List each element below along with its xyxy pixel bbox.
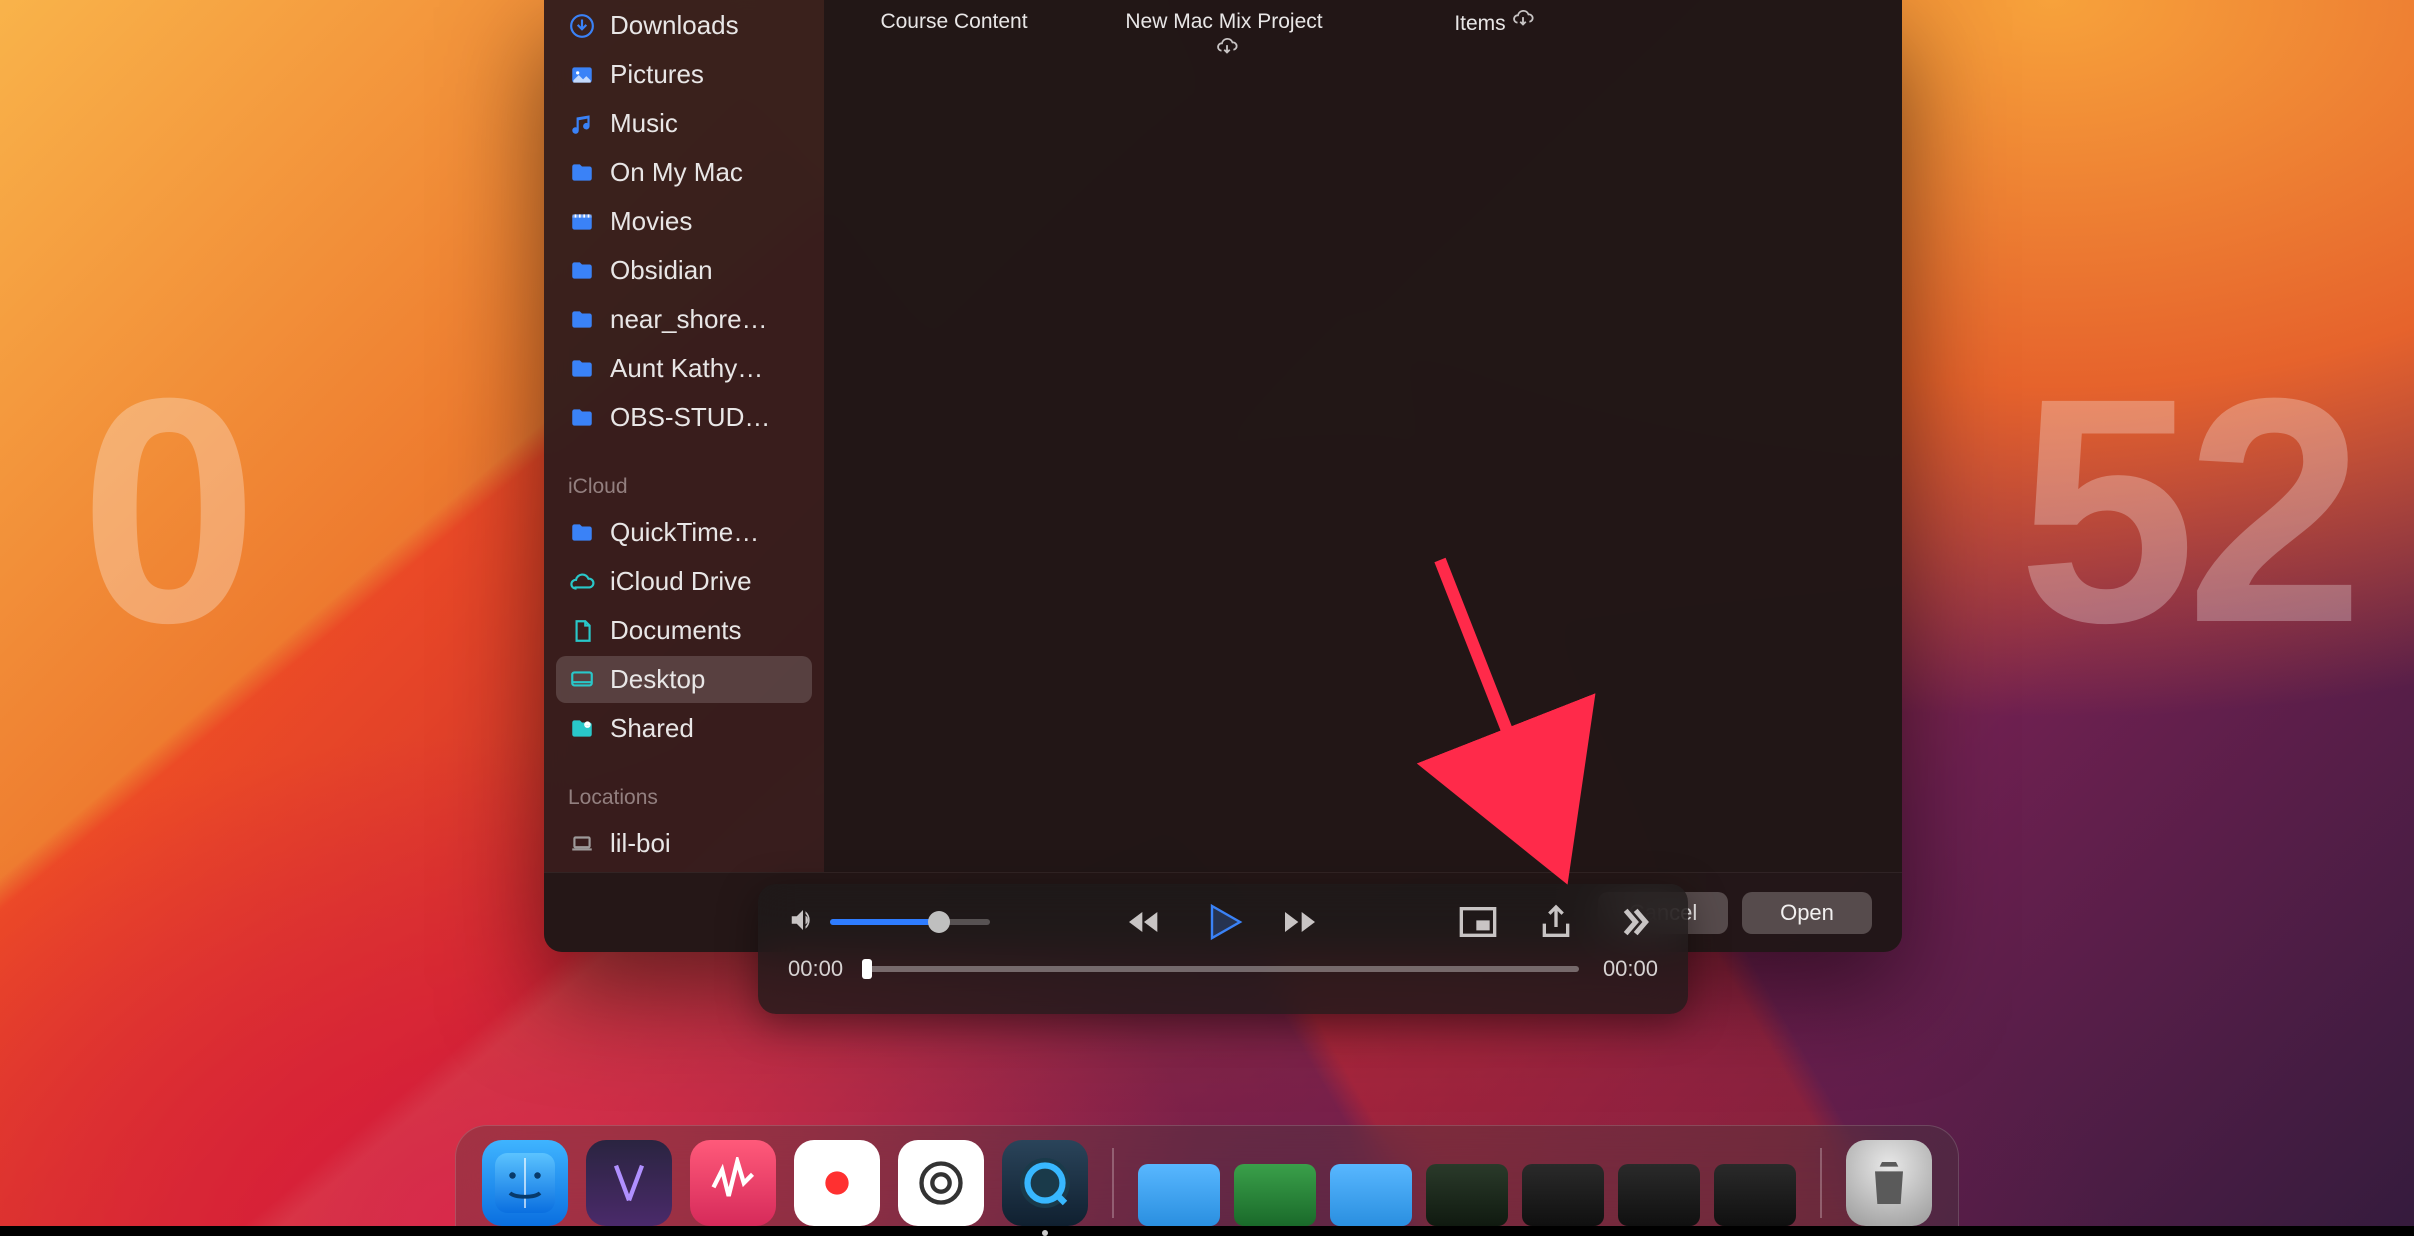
- sidebar-item-label: QuickTime…: [610, 517, 759, 548]
- sidebar-item-label: Music: [610, 108, 678, 139]
- dock-app-activity[interactable]: [690, 1140, 776, 1226]
- sidebar-item-on-my-mac[interactable]: On My Mac: [556, 149, 812, 196]
- sidebar-item-documents[interactable]: Documents: [556, 607, 812, 654]
- file-item[interactable]: Course Content: [854, 8, 1054, 67]
- sidebar-item-label: iCloud Drive: [610, 566, 752, 597]
- file-item-label: Items: [1454, 12, 1505, 35]
- volume-slider[interactable]: [830, 919, 990, 925]
- dock-mini-term-3[interactable]: [1618, 1164, 1700, 1226]
- sidebar-item-label: Obsidian: [610, 255, 713, 286]
- folder-icon: [568, 519, 596, 547]
- laptop-icon: [568, 830, 596, 858]
- sidebar-item-label: lil-boi: [610, 828, 671, 859]
- folder-icon: [568, 404, 596, 432]
- pip-button[interactable]: [1454, 898, 1502, 946]
- sidebar-item-movies[interactable]: Movies: [556, 198, 812, 245]
- dock-separator: [1112, 1148, 1114, 1218]
- sidebar-section-icloud: iCloud: [556, 443, 812, 507]
- sidebar-item-obsidian[interactable]: Obsidian: [556, 247, 812, 294]
- music-icon: [568, 110, 596, 138]
- file-item-label: New Mac Mix Project: [1125, 10, 1322, 33]
- dock-app-chatgpt[interactable]: [898, 1140, 984, 1226]
- sidebar-item-near-shore-[interactable]: near_shore…: [556, 296, 812, 343]
- dock-app-record[interactable]: [794, 1140, 880, 1226]
- dock-app-finder[interactable]: [482, 1140, 568, 1226]
- sidebar-item-label: Shared: [610, 713, 694, 744]
- sidebar-item-label: Documents: [610, 615, 742, 646]
- sidebar-item-obs-stud-[interactable]: OBS-STUD…: [556, 394, 812, 441]
- dock-app-quicktime[interactable]: [1002, 1140, 1088, 1226]
- dock-mini-folder-green[interactable]: [1234, 1164, 1316, 1226]
- sidebar-item-label: Movies: [610, 206, 692, 237]
- cloud-icon: [568, 568, 596, 596]
- sidebar-item-quicktime-[interactable]: QuickTime…: [556, 509, 812, 556]
- folder-icon: [568, 306, 596, 334]
- dock-mini-term-4[interactable]: [1714, 1164, 1796, 1226]
- play-button[interactable]: [1198, 898, 1246, 946]
- dock: [455, 1125, 1959, 1226]
- shared-icon: ⋯: [568, 715, 596, 743]
- dock-mini-folder-blue-2[interactable]: [1330, 1164, 1412, 1226]
- timeline-slider[interactable]: [867, 966, 1579, 972]
- sidebar-item-label: Aunt Kathy…: [610, 353, 763, 384]
- sidebar-item-label: On My Mac: [610, 157, 743, 188]
- dock-separator: [1820, 1148, 1822, 1218]
- dock-mini-folder-blue-1[interactable]: [1138, 1164, 1220, 1226]
- sidebar-section-locations: Locations: [556, 754, 812, 818]
- open-dialog-content[interactable]: Course Content New Mac Mix Project Items: [824, 0, 1902, 872]
- dock-app-xcode[interactable]: [586, 1140, 672, 1226]
- cloud-download-icon: [1512, 8, 1534, 38]
- share-button[interactable]: [1532, 898, 1580, 946]
- sidebar-item-label: OBS-STUD…: [610, 402, 770, 433]
- file-item[interactable]: New Mac Mix Project: [1124, 8, 1324, 67]
- sidebar-item-label: Downloads: [610, 10, 739, 41]
- image-icon: [568, 61, 596, 89]
- cloud-download-icon: [1216, 36, 1238, 66]
- sidebar-item-music[interactable]: Music: [556, 100, 812, 147]
- sidebar-item-icloud-drive[interactable]: iCloud Drive: [556, 558, 812, 605]
- sidebar-item-shared[interactable]: ⋯ Shared: [556, 705, 812, 752]
- sidebar-item-pictures[interactable]: Pictures: [556, 51, 812, 98]
- volume-icon: [788, 905, 818, 940]
- sidebar-item-lil-boi[interactable]: lil-boi: [556, 820, 812, 867]
- time-elapsed: 00:00: [788, 956, 843, 982]
- folder-icon: [568, 257, 596, 285]
- sidebar-item-aunt-kathy-[interactable]: Aunt Kathy…: [556, 345, 812, 392]
- sidebar-item-label: Pictures: [610, 59, 704, 90]
- folder-icon: [568, 355, 596, 383]
- fast-forward-button[interactable]: [1276, 898, 1324, 946]
- download-icon: [568, 12, 596, 40]
- more-button[interactable]: [1610, 898, 1658, 946]
- sidebar-item-desktop[interactable]: Desktop: [556, 656, 812, 703]
- dock-mini-term-1[interactable]: [1426, 1164, 1508, 1226]
- file-item[interactable]: Items: [1394, 8, 1594, 67]
- sidebar-item-downloads[interactable]: Downloads: [556, 2, 812, 49]
- volume-control[interactable]: [788, 905, 990, 940]
- media-controls-overlay: 00:00 00:00: [758, 884, 1688, 1014]
- rewind-button[interactable]: [1120, 898, 1168, 946]
- folder-icon: [568, 159, 596, 187]
- sidebar-item-label: Desktop: [610, 664, 705, 695]
- svg-text:⋯: ⋯: [585, 722, 589, 727]
- file-item-label: Course Content: [880, 10, 1027, 33]
- trash-icon[interactable]: [1846, 1140, 1932, 1226]
- time-remaining: 00:00: [1603, 956, 1658, 982]
- open-button[interactable]: Open: [1742, 892, 1872, 934]
- dock-mini-term-2[interactable]: [1522, 1164, 1604, 1226]
- movie-icon: [568, 208, 596, 236]
- desktop-icon: [568, 666, 596, 694]
- sidebar-item-label: near_shore…: [610, 304, 768, 335]
- open-dialog-sidebar: Downloads Pictures Music On My Mac Movies Obs…: [544, 0, 824, 872]
- open-file-dialog: Downloads Pictures Music On My Mac Movies Obs…: [544, 0, 1902, 952]
- document-icon: [568, 617, 596, 645]
